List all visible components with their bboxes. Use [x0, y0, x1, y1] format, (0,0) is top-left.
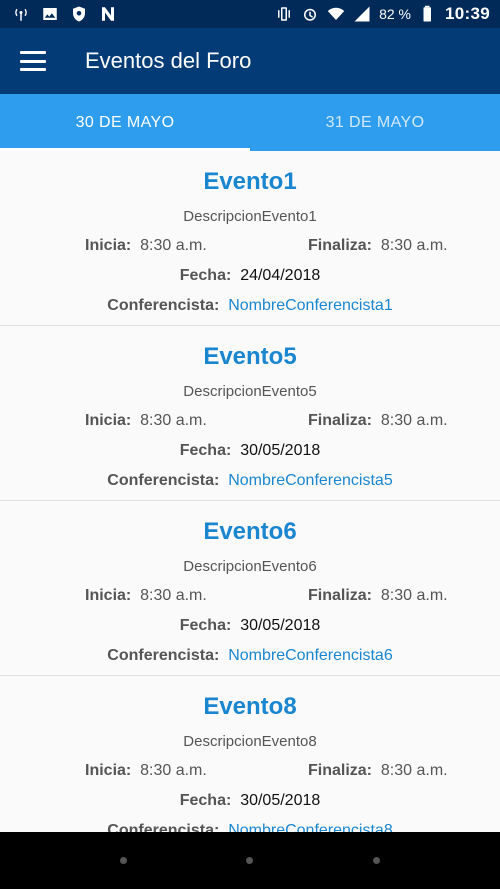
wifi-icon	[327, 5, 345, 23]
status-bar: 82 % 10:39	[0, 0, 500, 28]
date-value: 24/04/2018	[240, 267, 321, 284]
signal-tower-icon	[12, 5, 30, 23]
speaker-label: Conferencista:	[107, 822, 220, 832]
event-description: DescripcionEvento1	[183, 208, 317, 225]
speaker-label: Conferencista:	[107, 647, 220, 664]
event-start: Inicia: 8:30 a.m.	[85, 587, 207, 605]
event-title: Evento5	[203, 343, 297, 370]
event-end: Finaliza: 8:30 a.m.	[308, 237, 448, 255]
speaker-link[interactable]: NombreConferencista5	[228, 472, 393, 489]
event-card[interactable]: Evento5 DescripcionEvento5 Inicia: 8:30 …	[0, 326, 500, 501]
event-title: Evento6	[203, 518, 297, 545]
event-card[interactable]: Evento8 DescripcionEvento8 Inicia: 8:30 …	[0, 676, 500, 832]
start-label: Inicia:	[85, 412, 132, 429]
end-label: Finaliza:	[308, 762, 373, 779]
event-end: Finaliza: 8:30 a.m.	[308, 587, 448, 605]
nav-home-button[interactable]	[246, 857, 254, 864]
event-title: Evento1	[203, 168, 297, 195]
event-times: Inicia: 8:30 a.m. Finaliza: 8:30 a.m.	[0, 587, 500, 607]
date-tabs: 30 DE MAYO 31 DE MAYO	[0, 94, 500, 151]
end-value: 8:30 a.m.	[380, 762, 448, 779]
event-card[interactable]: Evento6 DescripcionEvento6 Inicia: 8:30 …	[0, 501, 500, 676]
end-label: Finaliza:	[308, 412, 373, 429]
date-label: Fecha:	[179, 267, 232, 284]
event-card[interactable]: Evento1 DescripcionEvento1 Inicia: 8:30 …	[0, 151, 500, 326]
event-start: Inicia: 8:30 a.m.	[85, 762, 207, 780]
event-speaker: Conferencista: NombreConferencista1	[0, 297, 500, 315]
event-title: Evento8	[203, 693, 297, 720]
speaker-link[interactable]: NombreConferencista1	[228, 297, 393, 314]
start-value: 8:30 a.m.	[140, 587, 207, 604]
tab-31-de-mayo[interactable]: 31 DE MAYO	[250, 94, 500, 151]
start-label: Inicia:	[85, 237, 132, 254]
start-value: 8:30 a.m.	[140, 412, 207, 429]
event-times: Inicia: 8:30 a.m. Finaliza: 8:30 a.m.	[0, 412, 500, 432]
date-label: Fecha:	[179, 617, 232, 634]
tab-30-de-mayo[interactable]: 30 DE MAYO	[0, 94, 250, 151]
speaker-link[interactable]: NombreConferencista8	[228, 822, 393, 832]
image-icon	[41, 5, 59, 23]
app-bar: Eventos del Foro	[0, 28, 500, 94]
event-speaker: Conferencista: NombreConferencista5	[0, 472, 500, 490]
start-label: Inicia:	[85, 762, 132, 779]
start-label: Inicia:	[85, 587, 132, 604]
battery-percent: 82 %	[379, 6, 412, 22]
event-description: DescripcionEvento8	[183, 733, 317, 750]
nav-recents-button[interactable]	[373, 857, 381, 864]
event-end: Finaliza: 8:30 a.m.	[308, 762, 448, 780]
speaker-label: Conferencista:	[107, 297, 220, 314]
event-speaker: Conferencista: NombreConferencista8	[0, 822, 500, 832]
page-title: Eventos del Foro	[85, 48, 252, 73]
status-right-icons: 82 % 10:39	[275, 4, 490, 24]
date-label: Fecha:	[179, 792, 232, 809]
event-description: DescripcionEvento6	[183, 558, 317, 575]
event-start: Inicia: 8:30 a.m.	[85, 412, 207, 430]
event-date: Fecha: 30/05/2018	[0, 792, 500, 810]
date-value: 30/05/2018	[240, 442, 321, 459]
menu-icon[interactable]	[20, 51, 46, 71]
event-date: Fecha: 24/04/2018	[0, 267, 500, 285]
nav-back-button[interactable]	[119, 857, 127, 864]
system-nav-bar	[0, 832, 500, 889]
event-list[interactable]: Evento1 DescripcionEvento1 Inicia: 8:30 …	[0, 151, 500, 832]
battery-icon	[419, 5, 437, 23]
start-value: 8:30 a.m.	[140, 237, 207, 254]
shield-icon	[70, 5, 88, 23]
speaker-link[interactable]: NombreConferencista6	[228, 647, 393, 664]
end-label: Finaliza:	[308, 587, 373, 604]
vibrate-icon	[275, 5, 293, 23]
date-value: 30/05/2018	[240, 617, 321, 634]
event-end: Finaliza: 8:30 a.m.	[308, 412, 448, 430]
alarm-icon	[301, 5, 319, 23]
end-label: Finaliza:	[308, 237, 373, 254]
event-description: DescripcionEvento5	[183, 383, 317, 400]
event-times: Inicia: 8:30 a.m. Finaliza: 8:30 a.m.	[0, 762, 500, 782]
start-value: 8:30 a.m.	[140, 762, 207, 779]
date-value: 30/05/2018	[240, 792, 321, 809]
event-times: Inicia: 8:30 a.m. Finaliza: 8:30 a.m.	[0, 237, 500, 257]
event-date: Fecha: 30/05/2018	[0, 617, 500, 635]
event-date: Fecha: 30/05/2018	[0, 442, 500, 460]
end-value: 8:30 a.m.	[380, 412, 448, 429]
status-left-icons	[12, 5, 117, 23]
clock: 10:39	[445, 4, 490, 23]
end-value: 8:30 a.m.	[380, 237, 448, 254]
end-value: 8:30 a.m.	[380, 587, 448, 604]
speaker-label: Conferencista:	[107, 472, 220, 489]
cell-signal-icon	[353, 5, 371, 23]
event-start: Inicia: 8:30 a.m.	[85, 237, 207, 255]
date-label: Fecha:	[179, 442, 232, 459]
n-logo-icon	[99, 5, 117, 23]
event-speaker: Conferencista: NombreConferencista6	[0, 647, 500, 665]
